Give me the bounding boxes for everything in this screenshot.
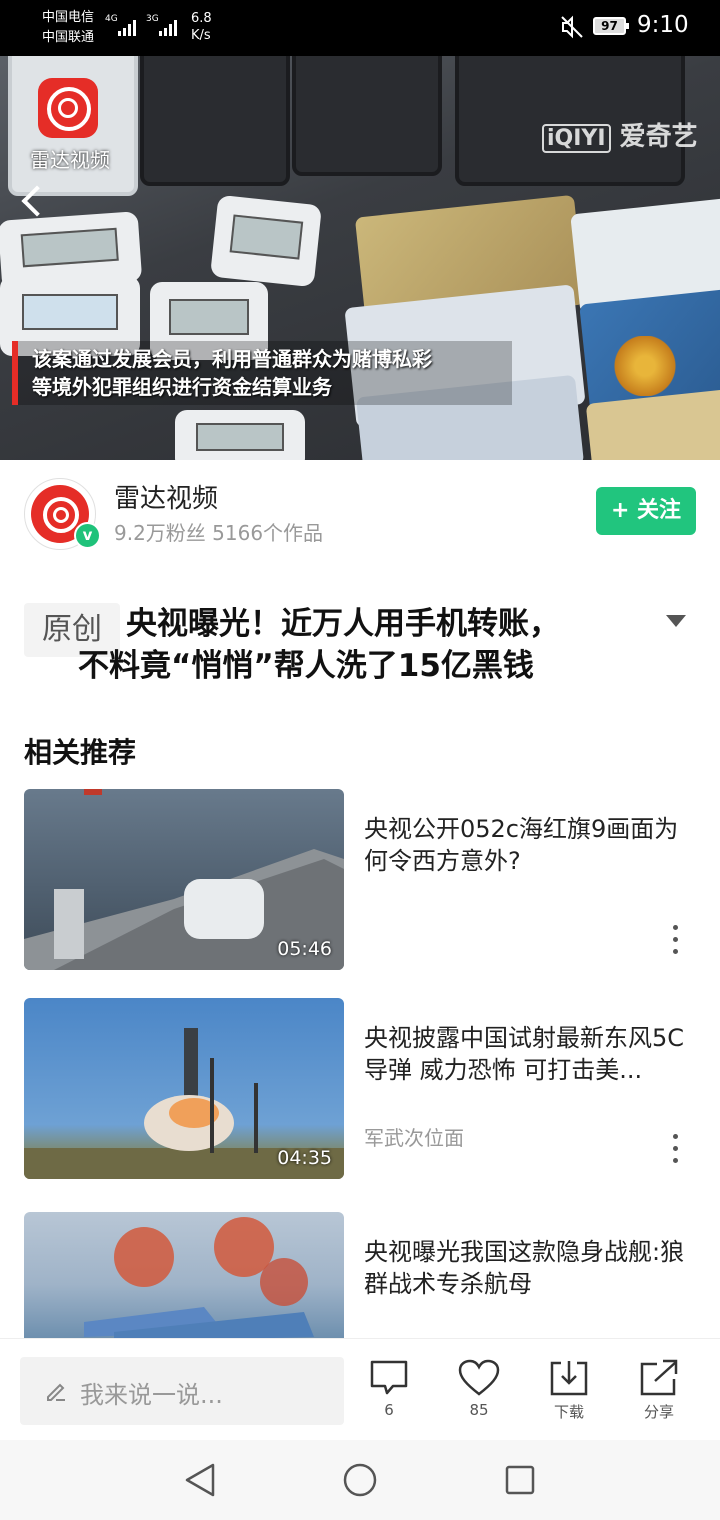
network-speed: 6.8 K/s bbox=[191, 11, 212, 43]
title-line-2: 不料竟“悄悄”帮人洗了15亿黑钱 bbox=[78, 648, 534, 684]
comment-button[interactable]: 6 bbox=[354, 1359, 424, 1419]
channel-stats: 9.2万粉丝 5166个作品 bbox=[114, 521, 324, 545]
download-label: 下载 bbox=[553, 1403, 584, 1421]
recommendation-title[interactable]: 央视披露中国试射最新东风5C导弹 威力恐怖 可打击美... bbox=[364, 1022, 690, 1086]
system-nav-bar bbox=[0, 1440, 720, 1520]
bottom-action-bar: 我来说一说... 6 85 下载 分享 bbox=[0, 1338, 720, 1440]
share-button[interactable]: 分享 bbox=[624, 1359, 694, 1422]
video-player[interactable]: 雷达视频 iQIYI 爱奇艺 该案通过发展会员，利用普通群众为赌博私彩 等境外犯… bbox=[0, 56, 720, 460]
comment-icon bbox=[370, 1360, 408, 1395]
battery-icon: 97 bbox=[593, 17, 629, 35]
iqiyi-logo: iQIYI bbox=[542, 124, 611, 153]
nav-recents-icon[interactable] bbox=[504, 1464, 536, 1496]
heart-icon bbox=[458, 1359, 500, 1396]
comment-count: 6 bbox=[384, 1401, 394, 1419]
iqiyi-watermark: iQIYI 爱奇艺 bbox=[542, 116, 698, 153]
carrier-1: 中国电信 bbox=[42, 10, 95, 25]
pencil-icon bbox=[47, 1383, 65, 1401]
follow-button[interactable]: + 关注 bbox=[596, 487, 696, 535]
video-thumbnail[interactable]: 04:35 bbox=[24, 998, 344, 1179]
recommendation-source[interactable]: 军武次位面 bbox=[364, 1122, 464, 1151]
like-button[interactable]: 85 bbox=[444, 1359, 514, 1419]
recommendation-title[interactable]: 央视曝光我国这款隐身战舰:狼群战术专杀航母 bbox=[364, 1236, 690, 1300]
iqiyi-watermark-text: 爱奇艺 bbox=[619, 122, 698, 152]
title-line-1: 央视曝光！近万人用手机转账， bbox=[126, 606, 560, 642]
more-options-icon[interactable] bbox=[665, 1134, 685, 1170]
mute-icon bbox=[561, 15, 583, 39]
status-bar: 中国电信 中国联通 4G 3G 6.8 K/s 97 9:10 bbox=[0, 0, 720, 56]
clock: 9:10 bbox=[637, 12, 689, 38]
subtitle-line-2: 等境外犯罪组织进行资金结算业务 bbox=[32, 375, 332, 399]
video-duration: 04:35 bbox=[277, 1147, 332, 1169]
recommendation-item[interactable]: 05:46 央视公开052c海红旗9画面为何令西方意外? bbox=[0, 789, 720, 974]
share-icon bbox=[640, 1359, 678, 1396]
related-heading: 相关推荐 bbox=[24, 736, 137, 769]
video-title: 央视曝光！近万人用手机转账， 不料竟“悄悄”帮人洗了15亿黑钱 bbox=[24, 603, 644, 687]
recommendation-title[interactable]: 央视公开052c海红旗9画面为何令西方意外? bbox=[364, 813, 690, 877]
share-label: 分享 bbox=[643, 1403, 674, 1421]
nav-home-icon[interactable] bbox=[342, 1462, 378, 1498]
video-subtitle: 该案通过发展会员，利用普通群众为赌博私彩 等境外犯罪组织进行资金结算业务 bbox=[12, 341, 512, 405]
subtitle-line-1: 该案通过发展会员，利用普通群众为赌博私彩 bbox=[32, 347, 432, 371]
download-icon bbox=[550, 1361, 588, 1396]
comment-input[interactable]: 我来说一说... bbox=[20, 1357, 344, 1425]
carrier-2: 中国联通 bbox=[42, 30, 95, 45]
video-duration: 05:46 bbox=[277, 938, 332, 960]
carrier-info: 中国电信 中国联通 bbox=[42, 8, 94, 48]
expand-caret-icon[interactable] bbox=[666, 615, 686, 627]
channel-logo-watermark bbox=[38, 78, 98, 138]
recommendation-item[interactable]: 04:35 央视披露中国试射最新东风5C导弹 威力恐怖 可打击美... 军武次位… bbox=[0, 998, 720, 1183]
more-options-icon[interactable] bbox=[665, 925, 685, 961]
channel-name[interactable]: 雷达视频 bbox=[114, 478, 218, 515]
network-type-1: 4G bbox=[105, 14, 118, 24]
verified-badge: v bbox=[74, 522, 101, 549]
like-count: 85 bbox=[469, 1401, 489, 1419]
comment-placeholder: 我来说一说... bbox=[80, 1381, 223, 1409]
signal-icon bbox=[118, 18, 136, 36]
channel-watermark-text: 雷达视频 bbox=[30, 148, 110, 172]
signal-icon-2 bbox=[159, 18, 177, 36]
nav-back-icon[interactable] bbox=[183, 1462, 217, 1498]
video-thumbnail[interactable]: 05:46 bbox=[24, 789, 344, 970]
network-type-2: 3G bbox=[146, 14, 159, 24]
download-button[interactable]: 下载 bbox=[534, 1359, 604, 1422]
